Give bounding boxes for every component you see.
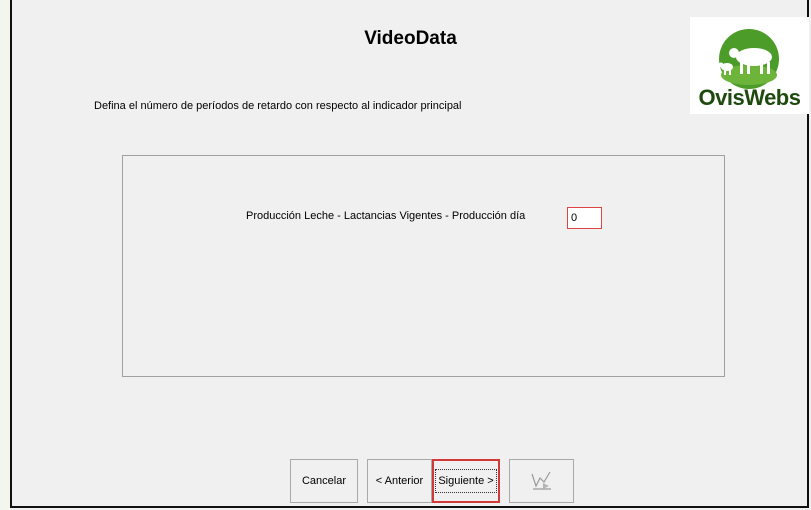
next-button[interactable]: Siguiente >	[432, 459, 500, 503]
video-chart-icon	[530, 471, 551, 490]
wizard-dialog: VideoData OvisWebs Defina el número de p…	[10, 0, 809, 508]
delay-periods-input[interactable]	[567, 207, 602, 229]
video-button[interactable]	[509, 459, 574, 503]
delay-group-box	[122, 155, 725, 377]
background-strip	[0, 0, 10, 510]
previous-button[interactable]: < Anterior	[367, 459, 432, 503]
logo-text: OvisWebs	[698, 85, 801, 110]
oviswebs-logo: OvisWebs	[690, 17, 809, 114]
cancel-button[interactable]: Cancelar	[290, 459, 358, 503]
next-button-label: Siguiente >	[435, 469, 497, 493]
instruction-text: Defina el número de períodos de retardo …	[94, 100, 462, 112]
indicator-label: Producción Leche - Lactancias Vigentes -…	[246, 210, 526, 222]
